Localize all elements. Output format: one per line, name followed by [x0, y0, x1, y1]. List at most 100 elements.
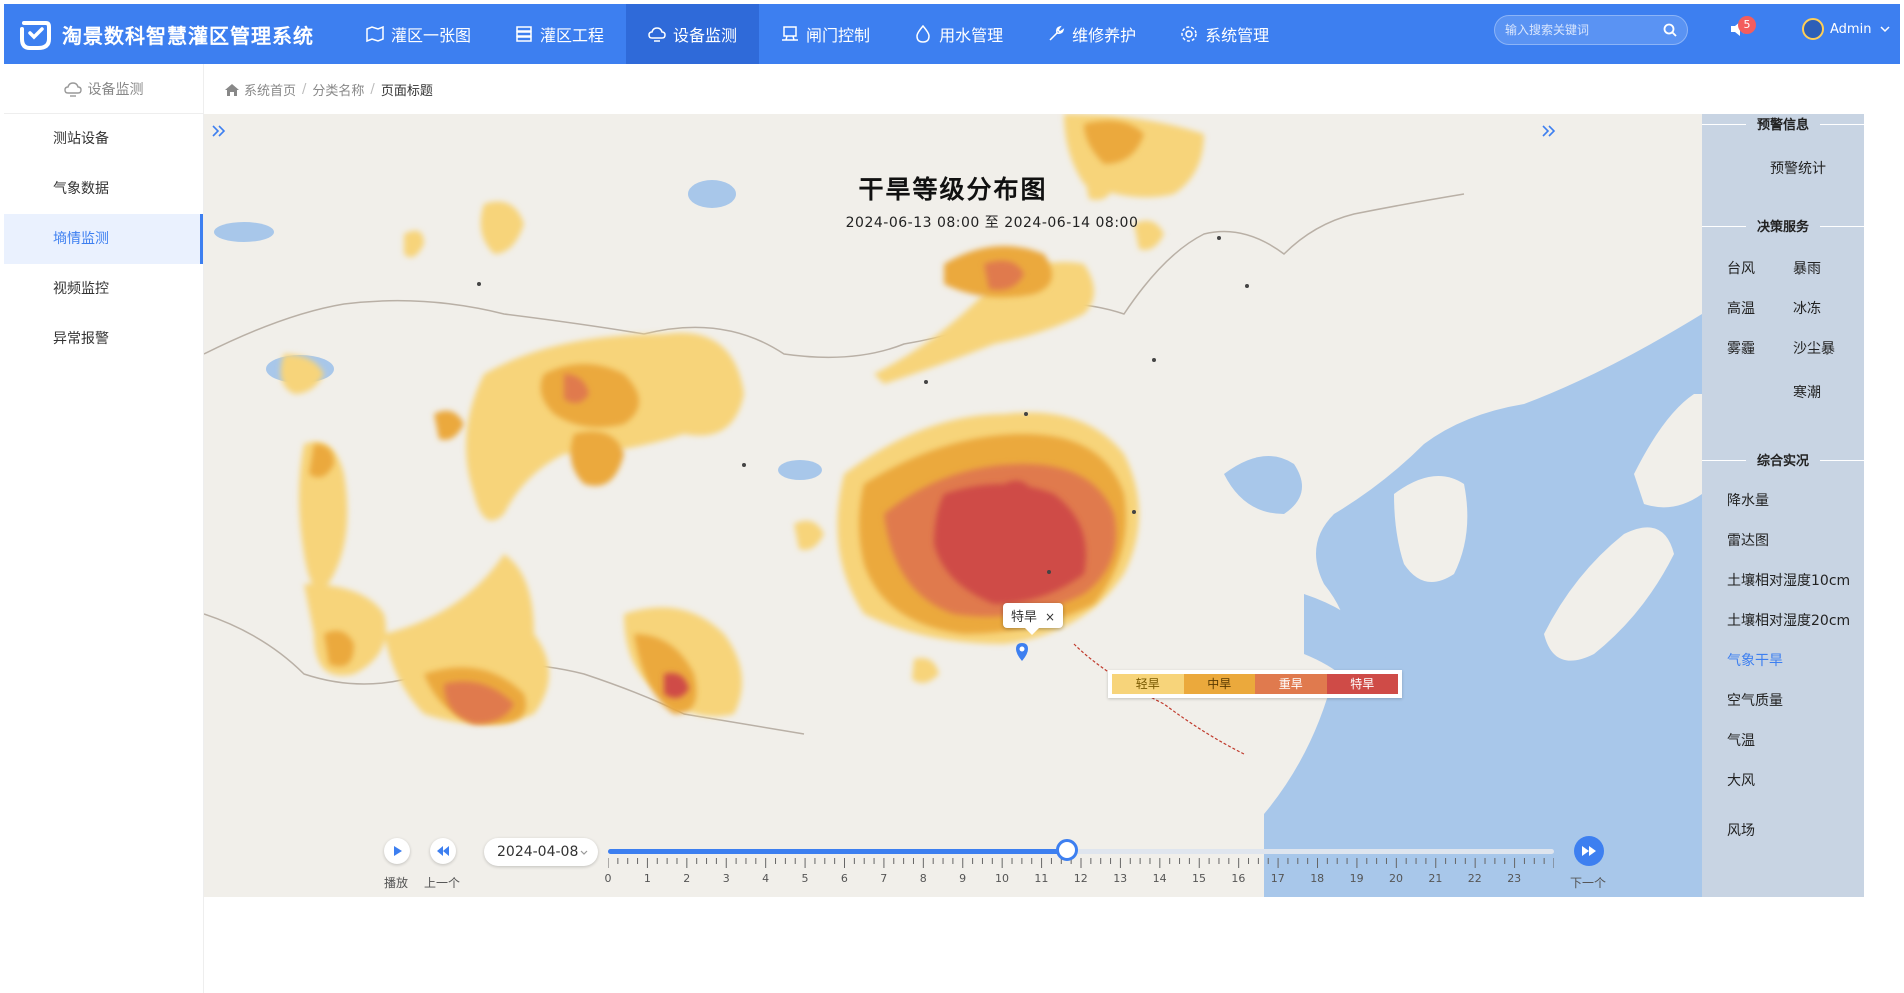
breadcrumb-home[interactable]: 系统首页	[244, 80, 296, 99]
timeline-hour-label: 19	[1349, 872, 1364, 885]
nav-label: 灌区工程	[540, 26, 605, 45]
next-button[interactable]	[1574, 836, 1604, 866]
breadcrumb-category[interactable]: 分类名称	[312, 80, 364, 99]
panel-item-soil-10cm[interactable]: 土壤相对湿度10cm	[1727, 570, 1850, 590]
sidebar-item-soil-moisture[interactable]: 墒情监测	[4, 214, 203, 264]
map-subtitle: 2024-06-13 08:00 至 2024-06-14 08:00	[845, 215, 1139, 231]
main-nav: 灌区一张图 灌区工程 设备监测 闸门控制 用水管理 维修养护 系统管理	[344, 4, 1291, 64]
legend-item-medium: 中旱	[1183, 674, 1255, 694]
panel-item-temperature[interactable]: 气温	[1727, 730, 1755, 750]
search-icon[interactable]	[1663, 23, 1677, 37]
play-button[interactable]	[384, 838, 410, 864]
map-title: 干旱等级分布图	[858, 175, 1048, 204]
drought-legend: 轻旱 中旱 重旱 特旱	[1108, 670, 1402, 698]
time-player: 播放 上一个 2024-04-08 0 1 2 3 4 5 6 7 8 9 10 11 12 13 14 15…	[204, 820, 1702, 897]
timeline-hour-label: 1	[643, 872, 651, 885]
monitor-icon	[782, 26, 799, 41]
panel-item-haze[interactable]: 雾霾	[1727, 338, 1755, 358]
date-picker[interactable]: 2024-04-08	[484, 838, 598, 866]
panel-item-typhoon[interactable]: 台风	[1727, 258, 1755, 278]
logo-icon	[20, 21, 51, 50]
panel-item-air-quality[interactable]: 空气质量	[1727, 690, 1783, 710]
legend-item-extreme: 特旱	[1326, 674, 1398, 694]
cloud-monitor-icon	[63, 81, 82, 97]
wrench-icon	[1049, 25, 1065, 41]
nav-item-device-monitor[interactable]: 设备监测	[626, 4, 760, 64]
search-box[interactable]	[1494, 15, 1688, 45]
user-name: Admin	[1830, 21, 1872, 37]
timeline-hour-label: 23	[1507, 872, 1522, 885]
timeline-ticks	[608, 858, 1554, 868]
section-title: 预警信息	[1756, 118, 1809, 133]
breadcrumb-separator: /	[302, 82, 307, 97]
panel-item-wind-field[interactable]: 风场	[1727, 820, 1755, 840]
breadcrumb-current: 页面标题	[380, 84, 433, 99]
panel-item-cold-wave[interactable]: 寒潮	[1793, 382, 1821, 402]
nav-label: 维修养护	[1072, 26, 1137, 45]
prev-button[interactable]	[430, 838, 456, 864]
timeline-hour-label: 14	[1152, 872, 1167, 885]
nav-label: 灌区一张图	[391, 26, 472, 45]
timeline-slider-handle[interactable]	[1055, 839, 1078, 861]
legend-item-light: 轻旱	[1112, 674, 1184, 694]
sidebar-item-video[interactable]: 视频监控	[4, 264, 203, 314]
cloud-monitor-icon	[648, 27, 666, 42]
expand-left-icon[interactable]	[210, 122, 228, 140]
water-drop-icon	[916, 25, 930, 43]
nav-label: 系统管理	[1205, 26, 1270, 45]
legend-item-heavy: 重旱	[1255, 674, 1327, 694]
nav-item-gate-control[interactable]: 闸门控制	[759, 4, 892, 64]
map-tooltip: 特旱 ×	[1003, 603, 1064, 635]
avatar	[1802, 18, 1824, 40]
panel-item-soil-20cm[interactable]: 土壤相对湿度20cm	[1727, 610, 1850, 630]
close-icon[interactable]: ×	[1045, 610, 1055, 624]
nav-item-system[interactable]: 系统管理	[1158, 4, 1291, 64]
timeline-hour-label: 11	[1034, 872, 1049, 885]
brand: 淘景数科智慧灌区管理系统	[4, 17, 344, 51]
timeline-hour-label: 10	[995, 872, 1009, 885]
timeline-progress	[608, 849, 1067, 854]
tooltip-label: 特旱	[1011, 610, 1038, 625]
expand-right-icon[interactable]	[1540, 122, 1558, 140]
timeline-hour-label: 12	[1073, 872, 1088, 885]
section-warning: 预警信息	[1702, 114, 1864, 134]
nav-item-project[interactable]: 灌区工程	[493, 4, 626, 64]
panel-item-freeze[interactable]: 冰冻	[1793, 298, 1821, 318]
timeline-hour-label: 17	[1270, 872, 1285, 885]
sidebar-item-station-devices[interactable]: 测站设备	[4, 114, 203, 164]
nav-item-maintenance[interactable]: 维修养护	[1025, 4, 1158, 64]
panel-item-heat[interactable]: 高温	[1727, 298, 1755, 318]
rewind-icon	[437, 846, 449, 856]
home-icon[interactable]	[224, 82, 240, 98]
timeline-track[interactable]	[608, 849, 1554, 854]
panel-item-rainstorm[interactable]: 暴雨	[1793, 258, 1821, 278]
breadcrumb: 系统首页 / 分类名称 / 页面标题	[224, 80, 439, 99]
timeline-hour-label: 16	[1231, 872, 1246, 885]
location-pin-icon[interactable]	[1015, 642, 1029, 662]
timeline-hour-label: 8	[919, 872, 927, 885]
panel-item-strong-wind[interactable]: 大风	[1727, 770, 1755, 790]
nav-label: 设备监测	[673, 26, 738, 45]
user-menu[interactable]: Admin	[1802, 18, 1891, 40]
sidebar: 设备监测 测站设备 气象数据 墒情监测 视频监控 异常报警	[4, 64, 204, 993]
panel-item-warning-stats[interactable]: 预警统计	[1770, 158, 1826, 178]
timeline-hour-label: 13	[1113, 872, 1128, 885]
search-input[interactable]	[1505, 23, 1655, 37]
sidebar-item-weather-data[interactable]: 气象数据	[4, 164, 203, 214]
panel-item-radar[interactable]: 雷达图	[1727, 530, 1769, 550]
section-title: 决策服务	[1756, 220, 1809, 235]
nav-item-water-use[interactable]: 用水管理	[892, 4, 1025, 64]
sidebar-header-label: 设备监测	[87, 81, 144, 98]
panel-item-precipitation[interactable]: 降水量	[1727, 490, 1769, 510]
sidebar-item-alarms[interactable]: 异常报警	[4, 314, 203, 364]
timeline-hour-label: 7	[880, 872, 888, 885]
timeline-hour-label: 15	[1192, 872, 1206, 885]
notification-badge: 5	[1738, 16, 1756, 34]
timeline-hour-label: 3	[722, 872, 730, 885]
nav-item-map[interactable]: 灌区一张图	[344, 4, 493, 64]
panel-item-sandstorm[interactable]: 沙尘暴	[1793, 338, 1835, 358]
timeline-hour-label: 0	[604, 872, 612, 885]
drought-map[interactable]: 干旱等级分布图 2024-06-13 08:00 至 2024-06-14 08…	[204, 114, 1702, 897]
panel-item-meteo-drought[interactable]: 气象干旱	[1727, 650, 1783, 670]
timeline-hour-label: 20	[1389, 872, 1403, 885]
